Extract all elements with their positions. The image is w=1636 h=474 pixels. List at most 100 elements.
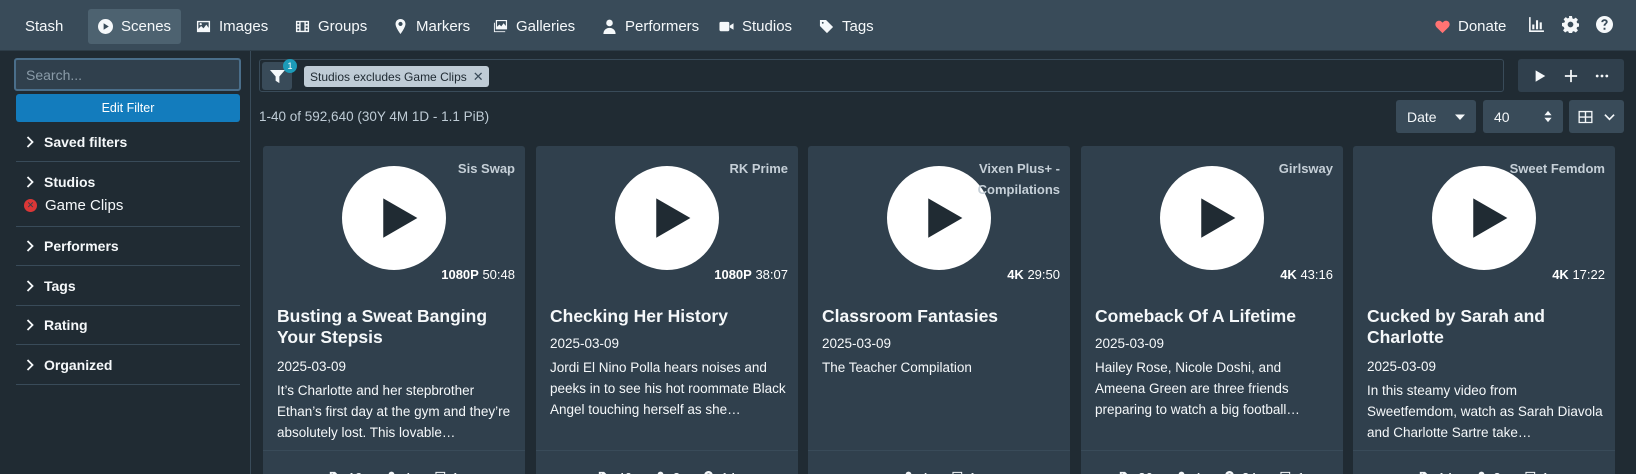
nav-groups[interactable]: Groups (285, 9, 377, 44)
studio-overlay[interactable]: Sis Swap (385, 158, 515, 179)
stats-button[interactable] (1528, 16, 1546, 34)
result-count: 1-40 of 592,640 (30Y 4M 1D - 1.1 PiB) (259, 109, 490, 124)
nav-images[interactable]: Images (186, 9, 278, 44)
scene-title[interactable]: Comeback Of A Lifetime (1095, 306, 1335, 327)
brand-link[interactable]: Stash (15, 9, 73, 44)
scene-thumbnail[interactable]: Sweet Femdom 4K 17:22 (1353, 146, 1615, 294)
nav-studios[interactable]: Studios (709, 9, 802, 44)
per-page-select[interactable]: 40 (1483, 100, 1563, 133)
tag-icon (329, 471, 342, 474)
studio-overlay[interactable]: RK Prime (658, 158, 788, 179)
studio-overlay[interactable]: Girlsway (1203, 158, 1333, 179)
up-down-icon (1544, 110, 1552, 123)
filter-button[interactable]: 1 (262, 59, 297, 90)
display-mode-select[interactable] (1569, 100, 1624, 133)
nav-tags-label: Tags (842, 18, 874, 35)
donate-link[interactable]: Donate (1425, 9, 1516, 44)
facet-rating[interactable]: Rating (16, 305, 240, 345)
facet-performers[interactable]: Performers (16, 226, 240, 266)
nav-markers-label: Markers (416, 18, 471, 35)
gallery-count-value: 1 (1542, 470, 1549, 474)
gallery-count[interactable]: 1 (950, 464, 976, 474)
scene-actions (1518, 59, 1624, 92)
images-icon (433, 471, 446, 474)
gallery-count[interactable]: 1 (1523, 464, 1549, 474)
nav-tags[interactable]: Tags (809, 9, 884, 44)
gallery-count-value: 1 (1297, 470, 1304, 474)
scene-card[interactable]: Girlsway 4K 43:16 Comeback Of A Lifetime… (1081, 146, 1343, 474)
facet-tags-label: Tags (44, 277, 76, 294)
more-button[interactable] (1589, 63, 1615, 89)
remove-circle-icon[interactable]: ✕ (24, 199, 37, 212)
scene-card[interactable]: RK Prime 1080P 38:07 Checking Her Histor… (536, 146, 798, 474)
facet-saved-filters[interactable]: Saved filters (16, 122, 240, 162)
performer-count[interactable]: 3 (1475, 464, 1501, 474)
nav-markers[interactable]: Markers (383, 9, 480, 44)
close-icon[interactable]: ✕ (473, 69, 484, 85)
nav-scenes[interactable]: Scenes (88, 9, 182, 44)
nav-performers[interactable]: Performers (592, 9, 709, 44)
user-icon (1175, 471, 1188, 474)
play-button-icon (1432, 166, 1536, 270)
help-button[interactable] (1596, 16, 1614, 34)
caret-down-icon (1455, 112, 1465, 122)
user-icon (1475, 471, 1488, 474)
scene-thumbnail[interactable]: Vixen Plus+ - Compilations 4K 29:50 (808, 146, 1070, 294)
play-button[interactable] (1527, 63, 1553, 89)
play-button-icon (1160, 166, 1264, 270)
add-button[interactable] (1558, 63, 1584, 89)
tag-count[interactable]: 36 (1119, 464, 1153, 474)
excluded-studio-item[interactable]: ✕ Game Clips (24, 197, 123, 214)
search-input[interactable] (14, 58, 241, 91)
scene-card[interactable]: Sweet Femdom 4K 17:22 Cucked by Sarah an… (1353, 146, 1615, 474)
gallery-count[interactable]: 1 (1278, 464, 1305, 474)
scene-title[interactable]: Busting a Sweat Banging Your Stepsis (277, 306, 517, 348)
filter-bar[interactable]: 1 Studios excludes Game Clips ✕ (259, 59, 1504, 92)
duration-label: 29:50 (1027, 267, 1060, 282)
performer-count[interactable]: 4 (902, 464, 928, 474)
scene-date: 2025-03-09 (1367, 359, 1437, 374)
marker-count[interactable]: 34 (1223, 464, 1256, 474)
nav-galleries[interactable]: Galleries (483, 9, 585, 44)
studio-overlay[interactable]: Vixen Plus+ - Compilations (930, 158, 1060, 200)
chevron-right-icon (26, 358, 34, 371)
more-icon (1595, 69, 1609, 83)
resolution-duration: 1080P 50:48 (441, 267, 515, 282)
resolution-label: 1080P (714, 267, 752, 282)
performer-count[interactable]: 2 (654, 464, 680, 474)
scene-thumbnail[interactable]: Sis Swap 1080P 50:48 (263, 146, 525, 294)
marker-count[interactable]: 14 (702, 464, 736, 474)
filter-sidebar: Edit Filter Saved filters Studios ✕ Game… (0, 51, 251, 474)
scene-title[interactable]: Checking Her History (550, 306, 790, 327)
brand-label: Stash (25, 18, 64, 35)
tag-count[interactable]: 46 (598, 464, 632, 474)
top-navbar: Stash Scenes Images Groups Markers Galle… (0, 0, 1636, 51)
scene-thumbnail[interactable]: RK Prime 1080P 38:07 (536, 146, 798, 294)
facet-studios[interactable]: Studios (16, 162, 240, 202)
play-icon (1533, 69, 1547, 83)
tag-count[interactable]: 14 (1419, 464, 1453, 474)
scene-title[interactable]: Classroom Fantasies (822, 306, 1062, 327)
nav-galleries-label: Galleries (516, 18, 576, 35)
scene-title[interactable]: Cucked by Sarah and Charlotte (1367, 306, 1607, 348)
settings-button[interactable] (1562, 16, 1580, 34)
studio-overlay[interactable]: Sweet Femdom (1475, 158, 1605, 179)
nav-images-label: Images (219, 18, 269, 35)
scene-date: 2025-03-09 (822, 336, 892, 351)
tag-count[interactable]: 19 (329, 464, 363, 474)
gallery-count[interactable]: 1 (433, 464, 459, 474)
edit-filter-button[interactable]: Edit Filter (16, 94, 240, 122)
facet-tags[interactable]: Tags (16, 266, 240, 306)
filter-chip-label: Studios excludes Game Clips (310, 69, 467, 84)
facet-organized[interactable]: Organized (16, 345, 240, 385)
performer-count[interactable]: 4 (385, 464, 411, 474)
scene-date: 2025-03-09 (277, 359, 347, 374)
performer-count[interactable]: 4 (1175, 464, 1201, 474)
sort-select[interactable]: Date (1396, 100, 1476, 133)
image-icon (196, 19, 211, 34)
filter-chip[interactable]: Studios excludes Game Clips ✕ (304, 66, 489, 87)
tag-icon (598, 471, 611, 474)
scene-thumbnail[interactable]: Girlsway 4K 43:16 (1081, 146, 1343, 294)
scene-card[interactable]: Sis Swap 1080P 50:48 Busting a Sweat Ban… (263, 146, 525, 474)
scene-card[interactable]: Vixen Plus+ - Compilations 4K 29:50 Clas… (808, 146, 1070, 474)
